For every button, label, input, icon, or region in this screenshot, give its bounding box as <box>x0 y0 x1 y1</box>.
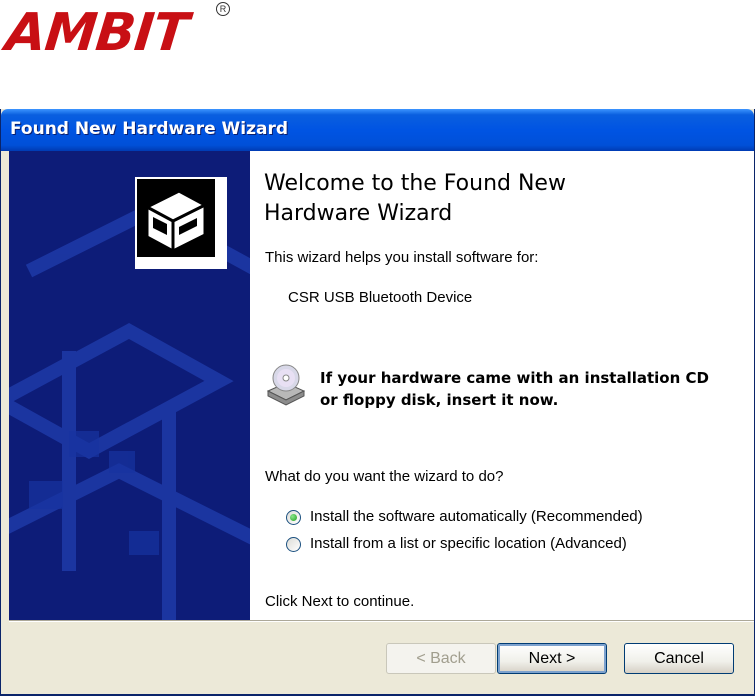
divider-highlight <box>9 621 754 622</box>
radio-icon[interactable] <box>286 537 301 552</box>
title-bar[interactable]: Found New Hardware Wizard <box>1 109 754 151</box>
question-text: What do you want the wizard to do? <box>265 468 504 485</box>
wizard-side-panel <box>9 151 250 620</box>
wizard-content: Welcome to the Found New Hardware Wizard… <box>250 151 754 620</box>
cd-instruction-line2: or floppy disk, insert it now. <box>320 391 559 409</box>
ambit-logo: AMBIT R <box>2 2 230 64</box>
registered-mark: R <box>216 2 230 16</box>
wizard-window: Found New Hardware Wizard Welcome to the… <box>0 109 755 696</box>
back-button[interactable]: < Back <box>386 643 496 674</box>
option-label: Install from a list or specific location… <box>310 535 627 552</box>
window-title: Found New Hardware Wizard <box>10 119 289 139</box>
radio-icon[interactable] <box>286 510 301 525</box>
intro-text: This wizard helps you install software f… <box>265 249 539 266</box>
cd-instruction-line1: If your hardware came with an installati… <box>320 369 709 387</box>
wizard-heading: Welcome to the Found New Hardware Wizard <box>264 171 566 226</box>
hardware-icon <box>135 177 227 269</box>
option-label: Install the software automatically (Reco… <box>310 508 643 525</box>
cd-drive-icon <box>264 363 308 407</box>
logo-text: AMBIT <box>2 3 191 63</box>
device-name: CSR USB Bluetooth Device <box>288 289 473 306</box>
continue-text: Click Next to continue. <box>265 593 415 610</box>
cancel-button[interactable]: Cancel <box>624 643 734 674</box>
next-button[interactable]: Next > <box>497 643 607 674</box>
